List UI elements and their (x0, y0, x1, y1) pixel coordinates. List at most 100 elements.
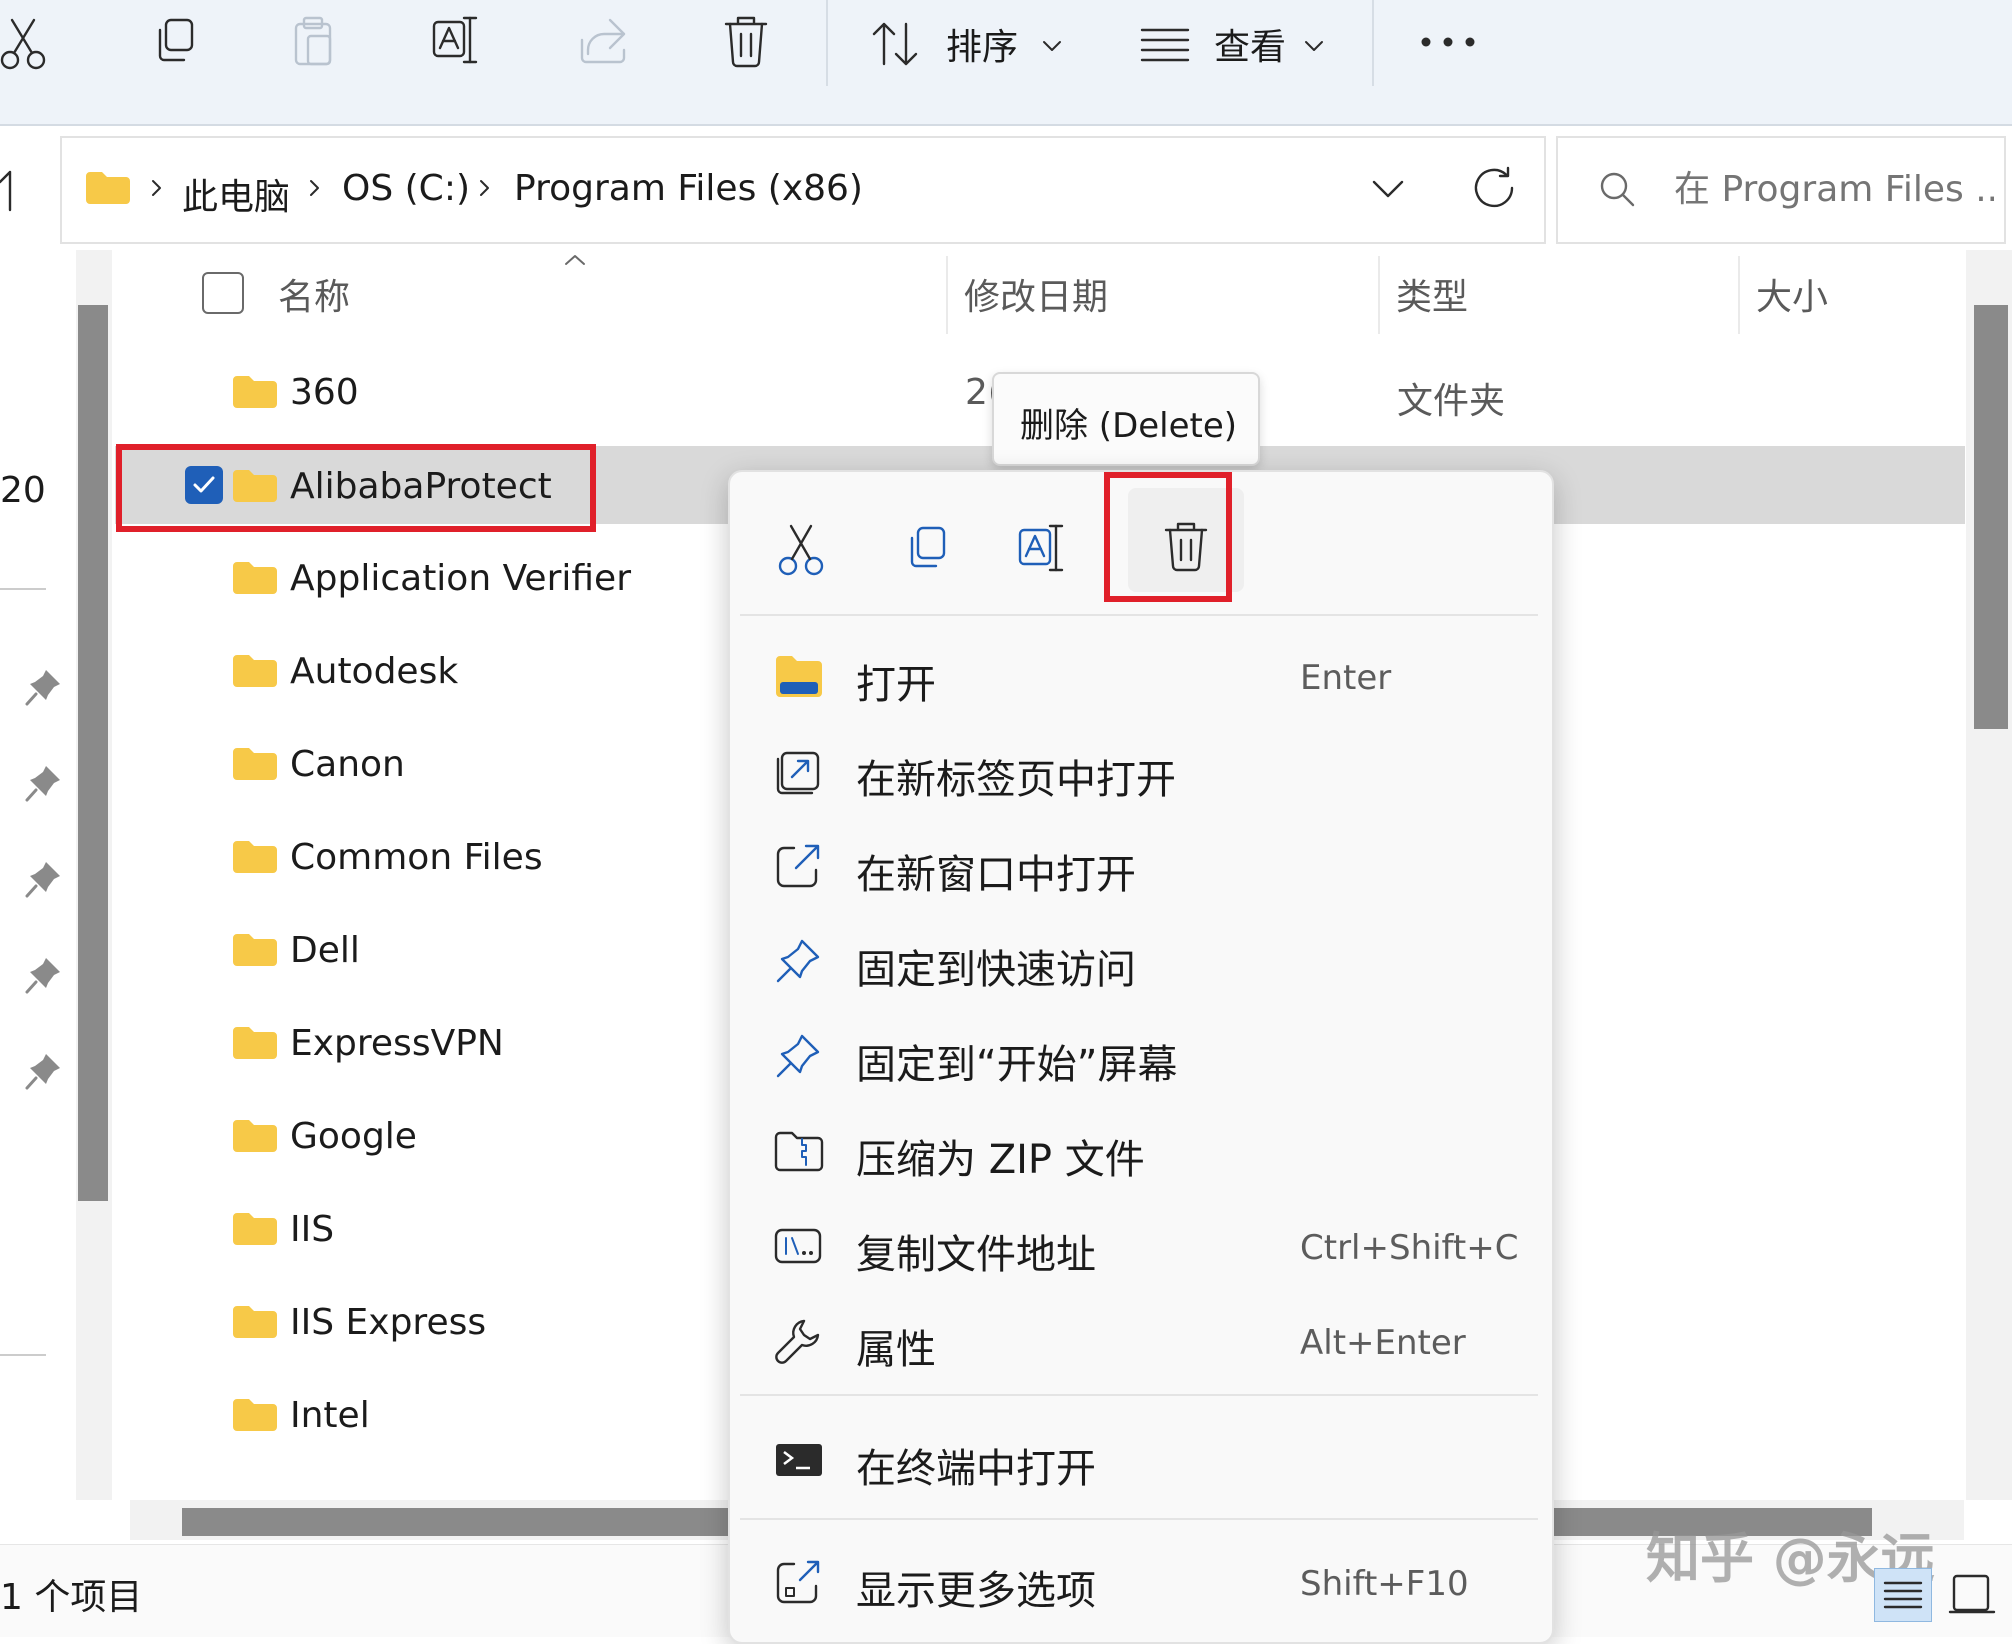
menu-item-pin-start[interactable]: 固定到“开始”屏幕 (730, 1010, 1548, 1102)
menu-cut-button[interactable] (770, 512, 850, 592)
row-name: Intel (290, 1395, 370, 1436)
menu-rename-button[interactable] (1008, 512, 1088, 592)
breadcrumb-program-files-x86[interactable]: Program Files (x86) (514, 168, 863, 209)
menu-item-shortcut: Ctrl+Shift+C (1300, 1228, 1519, 1268)
chevron-down-icon (1305, 41, 1323, 51)
row-type: 文件夹 (1397, 381, 1506, 422)
menu-item-copy-path[interactable]: 复制文件地址 Ctrl+Shift+C (730, 1200, 1548, 1292)
tiles-view-button[interactable] (1944, 1568, 2000, 1620)
search-input[interactable] (1672, 160, 1996, 218)
copy-icon (910, 526, 946, 568)
pin-icon (776, 1034, 820, 1078)
address-bar[interactable]: 此电脑 OS (C:) Program Files (x86) (60, 136, 1546, 244)
folder-icon (86, 172, 130, 204)
menu-item-show-more-options[interactable]: 显示更多选项 Shift+F10 (730, 1536, 1548, 1628)
folder-icon (233, 1306, 277, 1338)
menu-item-label: 显示更多选项 (856, 1568, 1096, 1614)
folder-icon (233, 1399, 277, 1431)
vertical-scrollbar-thumb[interactable] (1974, 305, 2008, 729)
rename-icon (432, 16, 478, 64)
menu-item-open[interactable]: 打开 Enter (730, 630, 1548, 722)
cut-button[interactable] (0, 14, 58, 72)
menu-item-shortcut: Enter (1300, 658, 1392, 698)
clipboard-icon (294, 16, 332, 66)
wrench-icon (775, 1319, 820, 1364)
folder-icon (233, 1213, 277, 1245)
menu-copy-button[interactable] (890, 512, 970, 592)
rename-button[interactable] (432, 14, 490, 72)
pin-icon (24, 860, 64, 900)
chevron-right-icon (152, 180, 161, 196)
menu-item-label: 打开 (856, 662, 936, 708)
terminal-icon (776, 1444, 822, 1476)
folder-icon (233, 748, 277, 780)
sort-icon (872, 22, 918, 66)
folder-icon (233, 1027, 277, 1059)
pin-icon (24, 764, 64, 804)
highlight-box-selected-folder (116, 444, 596, 532)
pin-icon (24, 956, 64, 996)
row-name: Common Files (290, 837, 543, 878)
column-header-date[interactable]: 修改日期 (964, 268, 1108, 320)
view-label: 查看 (1214, 27, 1287, 68)
share-icon (580, 18, 626, 64)
column-header-type[interactable]: 类型 (1396, 268, 1468, 320)
menu-item-label: 在终端中打开 (856, 1446, 1096, 1492)
scissors-icon (0, 18, 46, 70)
toolbar-divider (826, 0, 828, 86)
column-divider[interactable] (946, 256, 948, 334)
copy-button[interactable] (148, 14, 206, 72)
folder-icon (233, 934, 277, 966)
menu-divider (740, 1394, 1538, 1396)
row-name: ExpressVPN (290, 1023, 504, 1064)
more-options-icon (776, 1560, 820, 1604)
pin-icon (776, 939, 820, 983)
new-tab-icon (776, 751, 820, 795)
tiles-view-icon (1948, 1574, 1996, 1614)
menu-item-pin-quick-access[interactable]: 固定到快速访问 (730, 915, 1548, 1007)
toolbar-divider (1372, 0, 1374, 86)
view-list-icon (1140, 28, 1190, 62)
row-name: 360 (290, 372, 359, 413)
chevron-down-icon (1043, 41, 1061, 51)
menu-item-label: 固定到“开始”屏幕 (856, 1042, 1178, 1088)
column-header-size[interactable]: 大小 (1756, 268, 1828, 320)
context-menu: 打开 Enter 在新标签页中打开 在新窗口中打开 固定到快速访问 固定到“开始… (728, 470, 1554, 1644)
chevron-down-icon[interactable] (1372, 180, 1406, 200)
paste-button[interactable] (290, 14, 348, 72)
column-header-name[interactable]: 名称 (278, 268, 350, 320)
details-view-button[interactable] (1874, 1568, 1932, 1622)
menu-item-properties[interactable]: 属性 Alt+Enter (730, 1295, 1548, 1387)
chevron-right-icon (310, 180, 319, 196)
menu-item-open-new-tab[interactable]: 在新标签页中打开 (730, 725, 1548, 817)
column-divider[interactable] (1738, 256, 1740, 334)
status-item-count: 1 个项目 (0, 1577, 143, 1618)
row-name: Google (290, 1116, 417, 1157)
menu-item-label: 复制文件地址 (856, 1232, 1096, 1278)
breadcrumb-os-c[interactable]: OS (C:) (342, 168, 470, 209)
view-button[interactable]: 查看 (1140, 14, 1340, 74)
search-box[interactable] (1556, 136, 2006, 244)
menu-item-compress-zip[interactable]: 压缩为 ZIP 文件 (730, 1105, 1548, 1197)
pin-icon (24, 1052, 64, 1092)
tooltip-text: 删除 (Delete) (1020, 406, 1238, 446)
share-button[interactable] (578, 14, 636, 72)
menu-item-open-terminal[interactable]: 在终端中打开 (730, 1414, 1548, 1506)
menu-item-open-new-window[interactable]: 在新窗口中打开 (730, 820, 1548, 912)
details-view-icon (1883, 1581, 1923, 1609)
row-name: Application Verifier (290, 558, 631, 599)
delete-tooltip: 删除 (Delete) (992, 372, 1260, 466)
up-arrow-icon[interactable] (0, 166, 24, 216)
menu-item-label: 在新标签页中打开 (856, 757, 1176, 803)
trash-icon (724, 16, 768, 68)
breadcrumb-this-pc[interactable]: 此电脑 (182, 168, 290, 220)
command-bar: 排序 查看 (0, 0, 2012, 126)
delete-button[interactable] (722, 14, 780, 72)
more-options-button[interactable] (1418, 18, 1480, 68)
column-divider[interactable] (1378, 256, 1380, 334)
refresh-icon[interactable] (1472, 166, 1518, 212)
select-all-checkbox[interactable] (202, 272, 244, 314)
nav-scrollbar-thumb[interactable] (78, 305, 108, 1201)
pin-icon (24, 668, 64, 708)
sort-button[interactable]: 排序 (872, 14, 1072, 74)
